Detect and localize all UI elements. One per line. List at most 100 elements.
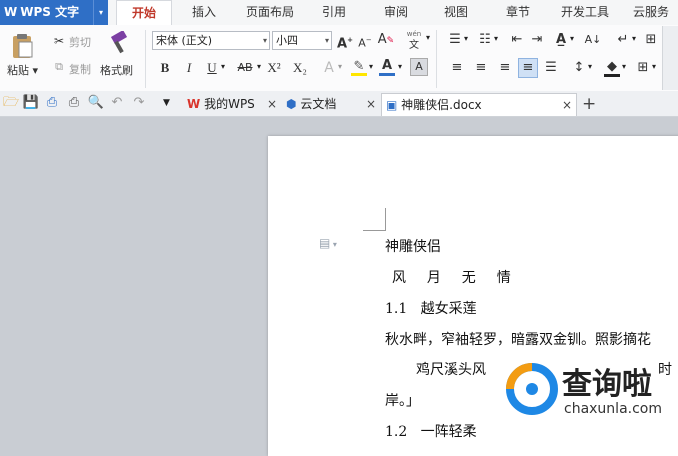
doc-subtitle: 风 月 无 情	[392, 270, 511, 286]
font-name-select[interactable]: 宋体 (正文) ▾	[152, 31, 270, 50]
chevron-down-icon[interactable]: ▾	[93, 0, 108, 25]
paragraph-1: 秋水畔，窄袖轻罗，暗露双金钏。照影摘花	[385, 332, 651, 348]
chevron-down-icon[interactable]: ▾	[221, 62, 225, 71]
scissors-icon[interactable]: ✂	[50, 32, 68, 50]
chevron-down-icon[interactable]: ▾	[632, 34, 636, 43]
wps-logo-icon: W	[4, 5, 18, 19]
bullet-list-icon[interactable]: ☰	[446, 31, 464, 49]
tab-page-layout[interactable]: 页面布局	[236, 0, 304, 25]
change-case-icon[interactable]: A̲	[552, 31, 570, 49]
margin-corner-mark	[363, 208, 386, 231]
tab-insert[interactable]: 插入	[180, 0, 228, 25]
clear-format-icon[interactable]: A✎	[377, 31, 395, 49]
paragraph-2: 鸡尺溪头风	[416, 362, 486, 378]
text-effect-icon[interactable]: A	[320, 59, 338, 77]
chevron-down-icon[interactable]: ▾	[622, 62, 626, 71]
save-icon[interactable]: 💾	[22, 94, 40, 112]
italic-button[interactable]: I	[180, 59, 198, 77]
close-icon[interactable]: ×	[562, 94, 572, 116]
font-color-icon[interactable]: A	[378, 57, 396, 76]
undo-icon[interactable]: ↶	[108, 94, 126, 112]
redo-icon[interactable]: ↷	[130, 94, 148, 112]
shrink-font-icon[interactable]: A−	[356, 31, 374, 50]
underline-button[interactable]: U	[203, 59, 221, 77]
tab-view[interactable]: 视图	[432, 0, 480, 25]
align-right-icon[interactable]: ≡	[496, 59, 514, 77]
justify-icon[interactable]: ≡	[518, 58, 538, 78]
show-marks-icon[interactable]: ↵	[614, 31, 632, 49]
numbered-list-icon[interactable]: ☷	[476, 31, 494, 49]
close-icon[interactable]: ×	[366, 93, 376, 115]
chevron-down-icon[interactable]: ▾	[464, 34, 468, 43]
cloud-doc-icon: ⬢	[286, 97, 297, 111]
app-menu-button[interactable]: W WPS 文字 ▾	[0, 0, 108, 25]
strikethrough-button[interactable]: AB	[232, 59, 258, 77]
tab-review[interactable]: 审阅	[372, 0, 420, 25]
chevron-down-icon[interactable]: ▼	[163, 98, 170, 108]
copy-icon[interactable]: ⧉	[50, 58, 68, 76]
print-preview-icon[interactable]: 🔍	[87, 94, 105, 112]
separator	[436, 30, 437, 88]
tab-cloud[interactable]: 云服务	[624, 0, 678, 25]
tab-cloud-docs[interactable]: ⬢ 云文档 ×	[284, 93, 379, 116]
tab-references[interactable]: 引用	[310, 0, 358, 25]
paste-button[interactable]: 粘贴 ▾	[7, 62, 38, 78]
paragraph-handle-icon[interactable]: ▤ ▾	[319, 236, 337, 250]
chevron-down-icon[interactable]: ▾	[652, 62, 656, 71]
align-center-icon[interactable]: ≡	[472, 59, 490, 77]
export-pdf-icon[interactable]: ⎙	[43, 94, 61, 112]
heading-1-1: 1.1 越女采莲	[385, 301, 477, 317]
table-grid-icon[interactable]: ⊞	[642, 31, 660, 49]
format-painter-button[interactable]: 格式刷	[100, 62, 133, 78]
pinyin-guide-icon[interactable]: wén 文	[405, 28, 423, 51]
watermark-logo-icon	[506, 363, 558, 415]
cut-button[interactable]: 剪切	[69, 34, 91, 50]
character-shading-icon[interactable]: A	[410, 58, 428, 76]
open-folder-icon[interactable]: 🗁	[2, 94, 20, 112]
word-doc-icon: ▣	[386, 98, 398, 112]
tab-my-wps[interactable]: W 我的WPS ×	[183, 93, 281, 116]
chevron-down-icon: ▾	[262, 36, 267, 45]
chevron-down-icon[interactable]: ▾	[588, 62, 592, 71]
chevron-down-icon: ▾	[324, 36, 329, 45]
highlight-icon[interactable]: ✎	[350, 58, 368, 76]
font-size-select[interactable]: 小四 ▾	[272, 31, 332, 50]
chevron-down-icon[interactable]: ▾	[570, 34, 574, 43]
doc-title: 神雕侠侣	[385, 239, 441, 255]
copy-button[interactable]: 复制	[69, 61, 91, 77]
chevron-down-icon[interactable]: ▾	[257, 62, 261, 71]
chevron-down-icon[interactable]: ▾	[398, 62, 402, 71]
sort-icon[interactable]: A↓	[584, 31, 602, 49]
tab-chapter[interactable]: 章节	[494, 0, 542, 25]
close-icon[interactable]: ×	[267, 93, 277, 115]
grow-font-icon[interactable]: A+	[336, 31, 354, 51]
format-painter-icon[interactable]	[106, 30, 132, 57]
heading-1-2: 1.2 一阵轻柔	[385, 424, 477, 440]
chevron-down-icon[interactable]: ▾	[369, 62, 373, 71]
subscript-button[interactable]: X₂	[291, 59, 309, 77]
increase-indent-icon[interactable]: ⇥	[528, 31, 546, 49]
watermark-url: chaxunla.com	[564, 401, 662, 417]
wps-logo-icon: W	[187, 97, 201, 111]
chevron-down-icon[interactable]: ▾	[338, 62, 342, 71]
tab-developer[interactable]: 开发工具	[552, 0, 618, 25]
new-tab-button[interactable]: +	[582, 93, 596, 115]
superscript-button[interactable]: X²	[265, 59, 283, 77]
app-name: WPS 文字	[20, 5, 80, 19]
chevron-down-icon[interactable]: ▾	[426, 33, 430, 42]
decrease-indent-icon[interactable]: ⇤	[508, 31, 526, 49]
tab-start[interactable]: 开始	[116, 0, 172, 26]
ribbon-scroll[interactable]	[662, 26, 678, 90]
distribute-icon[interactable]: ☰	[542, 59, 560, 77]
print-icon[interactable]: ⎙	[65, 94, 83, 112]
paragraph-3: 岸。」	[385, 393, 420, 409]
chevron-down-icon[interactable]: ▾	[494, 34, 498, 43]
line-spacing-icon[interactable]: ↕	[570, 59, 588, 77]
align-left-icon[interactable]: ≡	[448, 59, 466, 77]
bold-button[interactable]: B	[156, 59, 174, 77]
tab-document[interactable]: ▣ 神雕侠侣.docx ×	[381, 93, 577, 116]
paste-icon[interactable]	[10, 32, 34, 60]
watermark-brand: 查询啦	[562, 367, 652, 402]
paragraph-shading-icon[interactable]: ◆	[603, 58, 621, 77]
borders-icon[interactable]: ⊞	[634, 59, 652, 77]
